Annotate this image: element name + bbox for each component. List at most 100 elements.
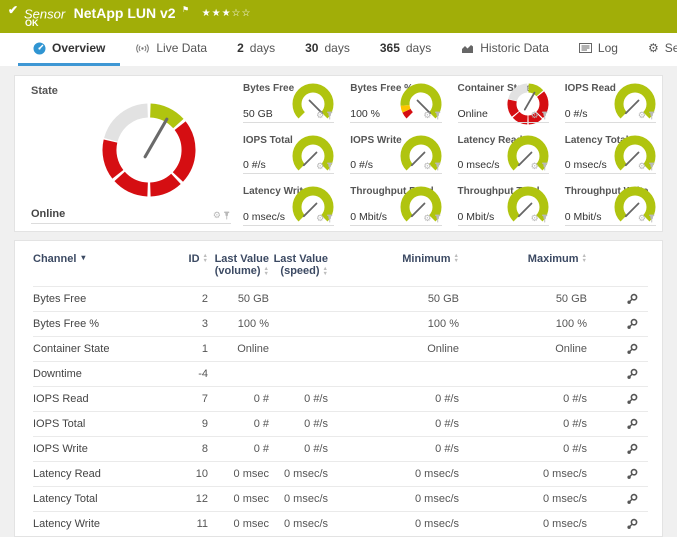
flag-icon[interactable]: ⚑ [182,5,189,14]
channel-settings-icon[interactable] [626,418,638,430]
channel-settings-icon[interactable] [626,443,638,455]
sensor-title: NetApp LUN v2 [74,5,176,21]
gear-icon[interactable]: ⚙ [531,111,539,120]
pin-icon[interactable] [326,162,334,171]
pin-icon[interactable] [648,111,656,120]
pin-icon[interactable] [648,162,656,171]
gear-icon[interactable]: ⚙ [638,214,646,223]
tab-30-days[interactable]: 30 days [290,33,365,66]
tab-label: days [324,41,349,55]
column-header-channel[interactable]: Channel ▾ [33,253,161,265]
tab-log[interactable]: Log [564,33,633,66]
gear-icon[interactable]: ⚙ [638,162,646,171]
table-row-latency-read[interactable]: Latency Read 10 0 msec 0 msec/s 0 msec/s… [33,461,648,486]
state-section: State Online ⚙ [15,76,233,231]
channel-settings-icon[interactable] [626,293,638,305]
pin-icon[interactable] [541,214,549,223]
table-row-iops-total[interactable]: IOPS Total 9 0 # 0 #/s 0 #/s 0 #/s [33,411,648,436]
channel-settings-icon[interactable] [626,318,638,330]
table-row-latency-write[interactable]: Latency Write 11 0 msec 0 msec/s 0 msec/… [33,511,648,536]
channel-id: 12 [161,493,208,505]
check-icon: ✔ [8,3,18,17]
gear-icon[interactable]: ⚙ [213,211,221,220]
maximum-value: 0 msec/s [459,518,587,530]
channel-name[interactable]: Container State [33,343,161,355]
channel-name[interactable]: IOPS Write [33,443,161,455]
pin-icon[interactable] [326,111,334,120]
overview-gauges-panel: State Online ⚙ Bytes Free 50 GB ⚙ B [14,75,663,232]
channel-settings-icon[interactable] [626,468,638,480]
channel-name[interactable]: Downtime [33,368,161,380]
tab-2-days[interactable]: 2 days [222,33,290,66]
sort-icon[interactable]: ▲▼ [582,254,587,263]
gauge-value: 0 msec/s [565,159,638,171]
tab-live-data[interactable]: Live Data [120,33,222,66]
last-value-speed: 0 #/s [269,418,328,430]
tab-overview[interactable]: Overview [18,33,120,66]
column-header-last-value-speed[interactable]: Last Value (speed)▲▼ [269,253,328,277]
gear-icon[interactable]: ⚙ [638,111,646,120]
channel-name[interactable]: IOPS Total [33,418,161,430]
pin-icon[interactable] [434,111,442,120]
table-row-latency-total[interactable]: Latency Total 12 0 msec 0 msec/s 0 msec/… [33,486,648,511]
tab-historic-data[interactable]: Historic Data [446,33,564,66]
channel-id: 9 [161,418,208,430]
gear-icon: ⚙ [648,44,659,53]
table-row-bytes-free-pct[interactable]: Bytes Free % 3 100 % 100 % 100 % [33,311,648,336]
channel-name[interactable]: Bytes Free [33,293,161,305]
pin-icon[interactable] [223,211,231,220]
maximum-value: 100 % [459,318,587,330]
channel-name[interactable]: Latency Write [33,518,161,530]
pin-icon[interactable] [648,214,656,223]
column-header-last-value-volume[interactable]: Last Value (volume)▲▼ [208,253,269,277]
tab-365-days[interactable]: 365 days [365,33,446,66]
table-row-downtime[interactable]: Downtime -4 [33,361,648,386]
priority-stars[interactable]: ★★★☆☆ [202,8,252,19]
channel-settings-icon[interactable] [626,393,638,405]
table-row-iops-read[interactable]: IOPS Read 7 0 # 0 #/s 0 #/s 0 #/s [33,386,648,411]
gear-icon[interactable]: ⚙ [423,214,431,223]
gauge-value: 100 % [350,108,423,120]
column-header-maximum[interactable]: Maximum ▲▼ [459,253,587,265]
channel-id: 1 [161,343,208,355]
gear-icon[interactable]: ⚙ [423,162,431,171]
gear-icon[interactable]: ⚙ [423,111,431,120]
column-header-minimum[interactable]: Minimum ▲▼ [328,253,459,265]
channel-settings-icon[interactable] [626,493,638,505]
sort-icon[interactable]: ▲▼ [323,267,328,276]
gear-icon[interactable]: ⚙ [531,162,539,171]
gauge-cell-bytes-free: Bytes Free 50 GB ⚙ [233,76,340,128]
channel-name[interactable]: Bytes Free % [33,318,161,330]
gear-icon[interactable]: ⚙ [531,214,539,223]
pin-icon[interactable] [541,162,549,171]
minimum-value: 0 #/s [328,393,459,405]
table-row-bytes-free[interactable]: Bytes Free 2 50 GB 50 GB 50 GB [33,286,648,311]
channel-settings-icon[interactable] [626,343,638,355]
channel-name[interactable]: Latency Read [33,468,161,480]
pin-icon[interactable] [541,111,549,120]
last-value-volume: 0 msec [208,468,269,480]
table-row-container-state[interactable]: Container State 1 Online Online Online [33,336,648,361]
pin-icon[interactable] [434,162,442,171]
gear-icon[interactable]: ⚙ [316,162,324,171]
column-header-id[interactable]: ID ▲▼ [161,253,208,265]
last-value-speed: 0 msec/s [269,468,328,480]
channel-table-header: Channel ▾ ID ▲▼ Last Value (volume)▲▼ La… [33,253,648,286]
tab-settings[interactable]: ⚙ Settings [633,33,677,66]
gear-icon[interactable]: ⚙ [316,214,324,223]
channel-name[interactable]: IOPS Read [33,393,161,405]
last-value-speed: 0 msec/s [269,518,328,530]
last-value-speed: 0 #/s [269,393,328,405]
last-value-speed: 0 msec/s [269,493,328,505]
table-row-iops-write[interactable]: IOPS Write 8 0 # 0 #/s 0 #/s 0 #/s [33,436,648,461]
last-value-volume: 100 % [208,318,269,330]
pin-icon[interactable] [434,214,442,223]
gauge-value: 0 Mbit/s [350,211,423,223]
channel-settings-icon[interactable] [626,368,638,380]
tab-number: 30 [305,41,318,55]
gear-icon[interactable]: ⚙ [316,111,324,120]
channel-name[interactable]: Latency Total [33,493,161,505]
channel-settings-icon[interactable] [626,518,638,530]
pin-icon[interactable] [326,214,334,223]
gauge-label: IOPS Write [350,135,402,146]
